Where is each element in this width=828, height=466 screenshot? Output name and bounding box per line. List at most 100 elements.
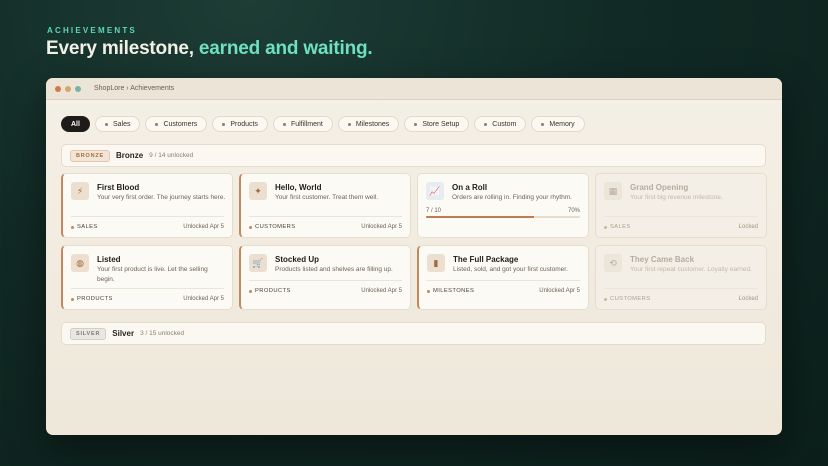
achievement-category: SALES (71, 224, 98, 230)
filter-chip-fulfillment[interactable]: Fulfillment (272, 116, 333, 132)
achievement-desc: Products listed and shelves are filling … (275, 266, 393, 273)
hero-title-main: Every milestone, (46, 38, 199, 59)
card-divider (249, 216, 402, 217)
card-divider (427, 280, 580, 281)
progress-percent: 70% (567, 208, 580, 214)
achievement-card-first-blood[interactable]: ⚡ First Blood Your very first order. The… (61, 173, 233, 238)
tier-name-bronze: Bronze (116, 151, 144, 160)
achievement-status: Locked (738, 296, 758, 302)
category-dot-icon (249, 225, 252, 229)
tier-count-silver: 3 / 15 unlocked (140, 330, 185, 337)
filter-chip-label: Sales (112, 120, 131, 128)
category-dot-icon (427, 289, 430, 293)
achievement-status: Locked (738, 224, 758, 230)
filter-chip-sales[interactable]: Sales (94, 116, 141, 132)
tier-badge-bronze: BRONZE (70, 149, 111, 162)
achievement-name: Hello, World (275, 183, 322, 192)
achievement-category: PRODUCTS (249, 288, 291, 294)
category-dot-icon (71, 225, 74, 229)
hero-title: Every milestone, earned and waiting. (46, 38, 373, 60)
category-dot-icon (249, 289, 252, 293)
package-icon: ▮ (427, 254, 445, 272)
achievement-desc: Your first customer. Treat them well. (275, 194, 379, 201)
filter-chip-products[interactable]: Products (212, 116, 268, 132)
achievement-category: SALES (604, 224, 631, 230)
achievement-name: They Came Back (630, 255, 695, 264)
hero-title-accent: earned and waiting. (198, 38, 373, 59)
achievement-name: Stocked Up (275, 255, 320, 264)
filter-dot-icon (282, 122, 286, 126)
cart-icon: 🛒 (249, 254, 267, 272)
achievement-card-full-package[interactable]: ▮ The Full Package Listed, sold, and got… (417, 245, 589, 310)
achievement-name: The Full Package (453, 255, 519, 264)
category-label: CUSTOMERS (610, 296, 651, 302)
filter-chip-memory[interactable]: Memory (531, 116, 585, 132)
card-divider (71, 288, 224, 289)
filter-dot-icon (484, 122, 488, 126)
achievement-card-grand-opening[interactable]: ▦ Grand Opening Your first big revenue m… (595, 173, 767, 238)
category-filter-bar: All Sales Customers Products Fulfillment… (61, 116, 585, 132)
achievement-category: PRODUCTS (71, 296, 113, 302)
close-window-dot[interactable] (55, 85, 61, 92)
filter-chip-label: Products (230, 120, 258, 128)
filter-chip-label: Custom (492, 120, 517, 128)
filter-chip-label: Memory (549, 120, 575, 128)
achievement-card-hello-world[interactable]: ✦ Hello, World Your first customer. Trea… (239, 173, 411, 238)
category-label: PRODUCTS (77, 296, 113, 302)
filter-chip-store-setup[interactable]: Store Setup (404, 116, 470, 132)
achievement-card-stocked-up[interactable]: 🛒 Stocked Up Products listed and shelves… (239, 245, 411, 310)
achievement-name: Listed (97, 255, 121, 264)
filter-chip-label: Fulfillment (290, 120, 323, 128)
category-label: SALES (77, 224, 98, 230)
filter-dot-icon (541, 122, 545, 126)
achievement-status: Unlocked Apr 5 (183, 296, 224, 302)
category-label: CUSTOMERS (255, 224, 296, 230)
filter-chip-label: Customers (163, 120, 198, 128)
maximize-window-dot[interactable] (75, 85, 81, 92)
achievement-category: CUSTOMERS (249, 224, 296, 230)
category-dot-icon (604, 297, 607, 301)
app-window: ShopLore › Achievements All Sales Custom… (46, 78, 782, 435)
box-icon: ◍ (71, 254, 89, 272)
filter-chip-label: All (71, 120, 80, 128)
refresh-icon: ⟲ (604, 254, 622, 272)
achievement-desc: Orders are rolling in. Finding your rhyt… (452, 194, 572, 201)
tier-name-silver: Silver (112, 329, 135, 338)
achievement-card-they-came-back[interactable]: ⟲ They Came Back Your first repeat custo… (595, 245, 767, 310)
filter-chip-all[interactable]: All (61, 116, 90, 132)
filter-dot-icon (104, 122, 108, 126)
achievement-status: Unlocked Apr 5 (183, 224, 224, 230)
card-divider (71, 216, 224, 217)
card-divider (604, 216, 758, 217)
achievement-status: Unlocked Apr 5 (361, 288, 402, 294)
progress-bar (426, 216, 580, 218)
achievement-desc: Listed, sold, and got your first custome… (453, 266, 568, 273)
achievement-status: Unlocked Apr 5 (539, 288, 580, 294)
tier-count-bronze: 9 / 14 unlocked (149, 152, 194, 159)
chart-icon: 📈 (426, 182, 444, 200)
achievement-status: Unlocked Apr 5 (361, 224, 402, 230)
filter-chip-label: Milestones (355, 120, 390, 128)
category-label: MILESTONES (433, 288, 475, 294)
achievement-card-listed[interactable]: ◍ Listed Your first product is live. Let… (61, 245, 233, 310)
filter-dot-icon (414, 122, 418, 126)
tier-header-bronze[interactable]: BRONZE Bronze 9 / 14 unlocked (61, 144, 766, 167)
achievement-card-on-a-roll[interactable]: 📈 On a Roll Orders are rolling in. Findi… (417, 173, 589, 238)
achievement-category: CUSTOMERS (604, 296, 651, 302)
achievement-desc: Your first repeat customer. Loyalty earn… (630, 266, 752, 273)
category-dot-icon (71, 297, 74, 301)
achievement-name: On a Roll (452, 183, 488, 192)
filter-chip-label: Store Setup (422, 120, 460, 128)
tier-header-silver[interactable]: SILVER Silver 3 / 15 unlocked (61, 322, 766, 345)
filter-dot-icon (222, 122, 226, 126)
store-icon: ▦ (604, 182, 622, 200)
filter-chip-custom[interactable]: Custom (474, 116, 527, 132)
filter-chip-milestones[interactable]: Milestones (337, 116, 400, 132)
sparkle-icon: ✦ (249, 182, 267, 200)
card-divider (604, 288, 758, 289)
window-title: ShopLore › Achievements (94, 85, 175, 92)
category-label: SALES (610, 224, 631, 230)
filter-chip-customers[interactable]: Customers (145, 116, 208, 132)
bolt-icon: ⚡ (71, 182, 89, 200)
minimize-window-dot[interactable] (65, 85, 71, 92)
